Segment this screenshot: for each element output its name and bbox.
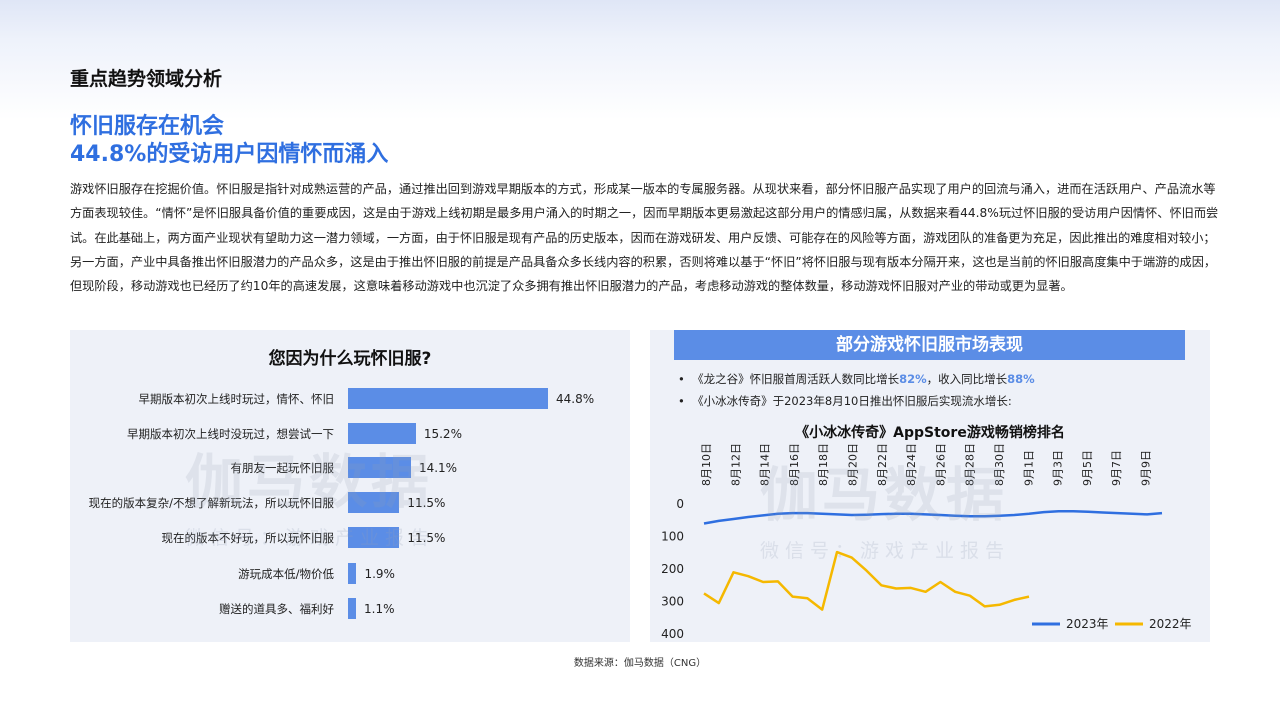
x-tick-label: 9月3日 (1052, 450, 1065, 486)
headline: 怀旧服存在机会 44.8%的受访用户因情怀而涌入 (70, 113, 388, 169)
y-tick-label: 300 (661, 595, 684, 609)
bar-row: 早期版本初次上线时玩过，情怀、怀旧 44.8% (70, 388, 630, 412)
bar (348, 492, 400, 513)
ranking-chart-title: 《小冰冰传奇》AppStore游戏畅销榜排名 (795, 425, 1065, 441)
bar-value-label: 44.8% (556, 392, 595, 406)
bar (348, 388, 548, 409)
bar-category-label: 早期版本初次上线时没玩过，想尝试一下 (127, 427, 334, 441)
x-tick-label: 8月26日 (934, 443, 947, 486)
data-source: 数据来源：伽马数据（CNG） (573, 658, 707, 669)
x-tick-label: 9月9日 (1140, 450, 1153, 486)
bullet-dragon-nest: • 《龙之谷》怀旧服首周活跃人数同比增长82%，收入同比增长88% (678, 372, 1035, 386)
x-tick-label: 8月18日 (817, 443, 830, 486)
bar-value-label: 11.5% (407, 531, 446, 545)
x-tick-label: 8月22日 (876, 443, 889, 486)
survey-panel: 您因为什么玩怀旧服? 早期版本初次上线时玩过，情怀、怀旧 44.8% 早期版本初次上… (70, 330, 630, 642)
survey-chart-title: 您因为什么玩怀旧服? (268, 349, 432, 369)
bar-category-label: 现在的版本不好玩，所以玩怀旧服 (161, 531, 335, 545)
x-tick-label: 8月12日 (729, 443, 742, 486)
bar-row: 现在的版本复杂/不想了解新玩法，所以玩怀旧服 11.5% (70, 492, 630, 516)
x-tick-label: 8月16日 (788, 443, 801, 486)
series-line-1 (703, 550, 1030, 611)
body-paragraph: 游戏怀旧服存在挖掘价值。怀旧服是指针对成熟运营的产品，通过推出回到游戏早期版本的… (70, 182, 1219, 294)
bar-row: 现在的版本不好玩，所以玩怀旧服 11.5% (70, 527, 630, 551)
bar (348, 527, 400, 548)
bar-row: 早期版本初次上线时没玩过，想尝试一下 15.2% (70, 423, 630, 447)
market-panel: 部分游戏怀旧服市场表现 • 《龙之谷》怀旧服首周活跃人数同比增长82%，收入同比… (650, 330, 1210, 642)
bar-category-label: 有朋友一起玩怀旧服 (230, 461, 335, 475)
series-line-0 (703, 509, 1163, 525)
bar (348, 423, 416, 444)
x-tick-label: 8月20日 (847, 443, 860, 486)
bar-category-label: 现在的版本复杂/不想了解新玩法，所以玩怀旧服 (88, 496, 334, 510)
x-tick-label: 9月1日 (1022, 450, 1035, 486)
headline-line1: 怀旧服存在机会 (70, 114, 225, 139)
x-tick-label: 8月30日 (993, 443, 1006, 486)
bar-category-label: 赠送的道具多、福利好 (219, 602, 334, 616)
x-tick-label: 9月7日 (1110, 450, 1123, 486)
x-tick-label: 9月5日 (1081, 450, 1094, 486)
bar-category-label: 游玩成本低/物价低 (238, 567, 334, 581)
x-tick-label: 8月24日 (905, 443, 918, 486)
x-tick-label: 8月14日 (759, 443, 772, 486)
bar (348, 598, 356, 619)
bullet-xiaobingbing: • 《小冰冰传奇》于2023年8月10日推出怀旧服后实现流水增长: (678, 394, 1012, 408)
y-tick-label: 0 (676, 497, 684, 511)
market-banner: 部分游戏怀旧服市场表现 (674, 330, 1185, 360)
legend-label: 2022年 (1149, 617, 1192, 631)
x-tick-label: 8月10日 (700, 443, 713, 486)
ranking-line-chart: 0 100 200 300 400 8月10日 8月12日 8月14日 8月16日 8月18日 8月… (661, 443, 1192, 641)
bar-row: 游玩成本低/物价低 1.9% (70, 563, 630, 587)
headline-line2: 44.8%的受访用户因情怀而涌入 (70, 142, 389, 167)
bar (348, 457, 411, 478)
bar-value-label: 15.2% (423, 427, 462, 441)
bar-category-label: 早期版本初次上线时玩过，情怀、怀旧 (138, 392, 335, 406)
x-tick-label: 8月28日 (964, 443, 977, 486)
legend-label: 2023年 (1066, 617, 1109, 631)
page-title: 重点趋势领域分析 (70, 68, 223, 90)
y-tick-label: 100 (661, 530, 684, 544)
bar-row: 赠送的道具多、福利好 1.1% (70, 598, 630, 622)
bar-value-label: 11.5% (407, 496, 446, 510)
y-tick-label: 400 (661, 627, 684, 641)
bar-value-label: 1.1% (364, 602, 395, 616)
bar-value-label: 14.1% (418, 461, 458, 475)
bar-row: 有朋友一起玩怀旧服 14.1% (70, 457, 630, 481)
bar-value-label: 1.9% (364, 567, 395, 581)
bar (348, 563, 357, 584)
y-tick-label: 200 (661, 562, 684, 576)
